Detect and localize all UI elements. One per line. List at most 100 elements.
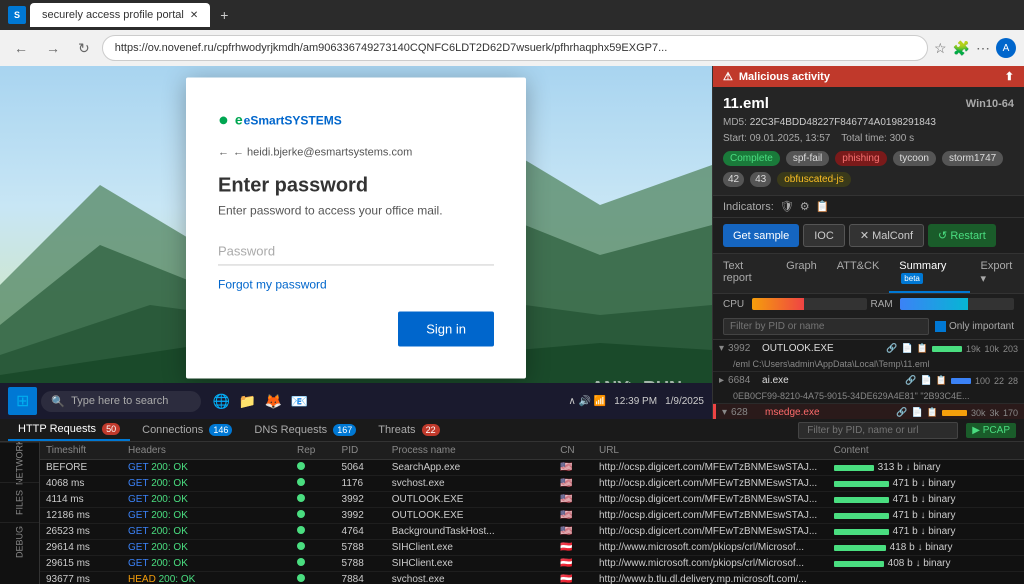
- table-row[interactable]: 4068 ms GET 200: OK 1176 svchost.exe 🇺🇸 …: [40, 476, 1024, 492]
- back-link[interactable]: ← ← heidi.bjerke@esmartsystems.com: [218, 146, 494, 158]
- badge-threats: 22: [422, 424, 440, 436]
- rep-dot: [297, 494, 305, 502]
- tab-export[interactable]: Export ▾: [970, 254, 1024, 293]
- method-tag: GET: [128, 558, 148, 569]
- table-row[interactable]: 93677 ms HEAD 200: OK 7884 svchost.exe 🇦…: [40, 572, 1024, 584]
- badge-http: 50: [102, 423, 120, 435]
- forgot-password-link[interactable]: Forgot my password: [218, 277, 494, 291]
- badge-connections: 146: [209, 424, 232, 436]
- table-row[interactable]: 12186 ms GET 200: OK 3992 OUTLOOK.EXE 🇺🇸…: [40, 508, 1024, 524]
- filter-url-input[interactable]: [798, 422, 958, 439]
- malicious-activity-header: ⚠ Malicious activity ⬆: [713, 66, 1024, 87]
- cell-method: GET 200: OK: [122, 524, 291, 540]
- proc-icon-ai-1[interactable]: 🔗: [905, 375, 916, 386]
- process-row-ai[interactable]: ▸ 6684 ai.exe 🔗 📄 📋 100 22 28: [713, 372, 1024, 389]
- indicators-icon-1[interactable]: 🛡: [780, 200, 794, 213]
- tab-threats[interactable]: Threats 22: [368, 420, 449, 440]
- table-row[interactable]: BEFORE GET 200: OK 5064 SearchApp.exe 🇺🇸…: [40, 460, 1024, 476]
- share-icon[interactable]: ⬆: [1005, 70, 1014, 83]
- file-actions: Win10-64: [966, 98, 1014, 110]
- taskbar-icon-2[interactable]: 📁: [235, 389, 259, 413]
- process-filter-input[interactable]: [723, 318, 929, 335]
- indicators-icon-3[interactable]: 📋: [816, 200, 830, 213]
- back-button[interactable]: ←: [8, 38, 34, 58]
- proc-args-outlook: /eml C:\Users\admin\AppData\Local\Temp\1…: [733, 359, 1018, 369]
- tab-dns-requests[interactable]: DNS Requests 167: [244, 420, 366, 440]
- proc-icon-reg[interactable]: 📋: [917, 343, 928, 354]
- sign-in-button[interactable]: Sign in: [398, 311, 494, 346]
- ioc-button[interactable]: IOC: [803, 224, 845, 247]
- cpu-bar: [752, 298, 804, 310]
- bookmark-icon[interactable]: ☆: [934, 40, 947, 57]
- metric3-msedge-628: 170: [1003, 408, 1018, 418]
- proc-icon-m628-1[interactable]: 🔗: [896, 407, 907, 418]
- indicators-row: Indicators: 🛡 ⚙ 📋: [713, 196, 1024, 218]
- expand-msedge-628[interactable]: ▾: [722, 407, 727, 418]
- profile-avatar[interactable]: A: [996, 38, 1016, 58]
- more-icon[interactable]: ⋯: [976, 40, 990, 57]
- status-tag: 200: OK: [151, 542, 188, 553]
- table-row[interactable]: 26523 ms GET 200: OK 4764 BackgroundTask…: [40, 524, 1024, 540]
- tab-http-requests[interactable]: HTTP Requests 50: [8, 419, 130, 441]
- malconf-button[interactable]: ✕ MalConf: [849, 224, 924, 247]
- get-sample-button[interactable]: Get sample: [723, 224, 799, 247]
- taskbar-icon-3[interactable]: 🦊: [261, 389, 285, 413]
- expand-outlook[interactable]: ▾: [719, 343, 724, 354]
- process-item-outlook: ▾ 3992 OUTLOOK.EXE 🔗 📄 📋 19k 10k 203 /em…: [713, 340, 1024, 372]
- expand-ai[interactable]: ▸: [719, 375, 724, 386]
- windows-icon: ⊞: [16, 393, 29, 410]
- tab-graph[interactable]: Graph: [776, 254, 827, 293]
- network-label: NETWORK: [0, 442, 39, 482]
- only-important-checkbox[interactable]: [935, 321, 946, 332]
- logo-icon: ●: [218, 109, 229, 130]
- os-label: Win10-64: [966, 98, 1014, 110]
- cell-process: SearchApp.exe: [386, 460, 554, 476]
- tab-summary[interactable]: Summary beta: [889, 254, 970, 293]
- extensions-icon[interactable]: 🧩: [953, 40, 970, 57]
- pcap-button[interactable]: ▶ PCAP: [966, 423, 1016, 438]
- start-value: 09.01.2025, 13:57: [750, 133, 831, 144]
- proc-icon-m628-2[interactable]: 📄: [912, 407, 923, 418]
- cell-method: GET 200: OK: [122, 460, 291, 476]
- badge-tycoon: tycoon: [893, 151, 936, 166]
- proc-icon-file[interactable]: 📄: [902, 343, 913, 354]
- only-important-label: Only important: [935, 321, 1014, 332]
- tab-close-icon[interactable]: ✕: [190, 10, 198, 21]
- table-header: Timeshift Headers Rep PID Process name C…: [40, 442, 1024, 460]
- address-bar[interactable]: [102, 35, 928, 61]
- cell-process: svchost.exe: [386, 476, 554, 492]
- table-row[interactable]: 29615 ms GET 200: OK 5788 SIHClient.exe …: [40, 556, 1024, 572]
- table-row[interactable]: 29614 ms GET 200: OK 5788 SIHClient.exe …: [40, 540, 1024, 556]
- col-process: Process name: [386, 442, 554, 460]
- tab-text-report[interactable]: Text report: [713, 254, 776, 293]
- proc-icon-m628-3[interactable]: 📋: [927, 407, 938, 418]
- proc-sub-outlook: /eml C:\Users\admin\AppData\Local\Temp\1…: [713, 357, 1024, 371]
- proc-icon-link[interactable]: 🔗: [886, 343, 897, 354]
- tab-connections[interactable]: Connections 146: [132, 420, 242, 440]
- process-row-outlook[interactable]: ▾ 3992 OUTLOOK.EXE 🔗 📄 📋 19k 10k 203: [713, 340, 1024, 357]
- proc-args-ai: 0EB0CF99-8210-4A75-9015-34DE629A4E81" "2…: [733, 391, 1018, 401]
- restart-button[interactable]: ↺ Restart: [928, 224, 996, 247]
- proc-icon-ai-2[interactable]: 📄: [921, 375, 932, 386]
- cell-content: 418 b ↓ binary: [828, 540, 1024, 556]
- tab-attck[interactable]: ATT&CK: [827, 254, 890, 293]
- password-input[interactable]: [218, 237, 494, 265]
- rep-dot: [297, 574, 305, 582]
- total-value: 300 s: [890, 133, 914, 144]
- process-item-ai: ▸ 6684 ai.exe 🔗 📄 📋 100 22 28 0EB0CF99-8…: [713, 372, 1024, 404]
- taskbar-icon-outlook[interactable]: 📧: [287, 389, 311, 413]
- new-tab-button[interactable]: +: [214, 7, 234, 23]
- taskbar-icon-1[interactable]: 🌐: [209, 389, 233, 413]
- forward-button[interactable]: →: [40, 38, 66, 58]
- process-row-msedge-628[interactable]: ▾ 628 msedge.exe 🔗 📄 📋 30k 3k 170: [716, 404, 1024, 419]
- pid-ai: 6684: [728, 375, 758, 386]
- size-bar: [834, 513, 889, 519]
- proc-icon-ai-3[interactable]: 📋: [936, 375, 947, 386]
- table-row[interactable]: 4114 ms GET 200: OK 3992 OUTLOOK.EXE 🇺🇸 …: [40, 492, 1024, 508]
- procname-ai: ai.exe: [762, 375, 901, 386]
- taskbar-search[interactable]: 🔍 Type here to search: [41, 391, 201, 412]
- indicators-icon-2[interactable]: ⚙: [800, 200, 810, 213]
- start-button[interactable]: ⊞: [8, 387, 37, 415]
- refresh-button[interactable]: ↻: [72, 38, 96, 59]
- browser-tab-active[interactable]: securely access profile portal ✕: [30, 3, 210, 27]
